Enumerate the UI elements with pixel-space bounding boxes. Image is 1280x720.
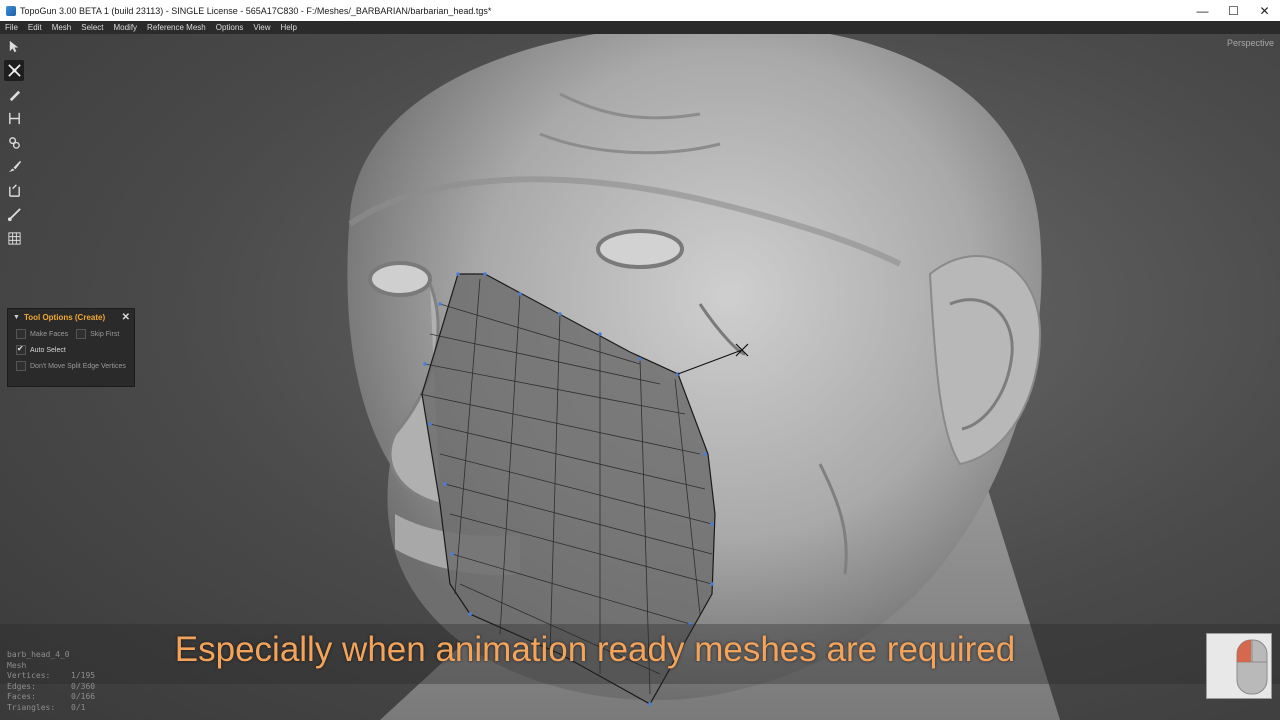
make-faces-label: Make Faces [30,330,69,338]
auto-select-checkbox[interactable] [16,344,26,355]
window-title: TopoGun 3.00 BETA 1 (build 23113) - SING… [20,5,492,16]
menu-modify[interactable]: Modify [108,21,142,34]
collapse-triangle-icon[interactable]: ▼ [13,314,20,321]
menu-bar: File Edit Mesh Select Modify Reference M… [0,21,1280,34]
mouse-icon [1236,639,1268,695]
skip-first-label: Skip First [90,330,120,338]
extrude-tool-icon[interactable] [4,132,24,153]
triangles-count: 0/1 [71,702,86,712]
edge-loop-tool-icon[interactable] [4,180,24,201]
close-window-button[interactable]: ✕ [1249,0,1280,21]
brush-tool-icon[interactable] [4,156,24,177]
select-tool-icon[interactable] [4,36,24,57]
minimize-button[interactable]: — [1187,0,1218,21]
faces-label: Faces: [7,692,36,701]
draw-tool-icon[interactable] [4,84,24,105]
skip-first-checkbox[interactable] [76,329,87,339]
reference-mesh-render [347,34,1060,720]
menu-select[interactable]: Select [76,21,108,34]
menu-file[interactable]: File [0,21,23,34]
auto-select-label: Auto Select [30,346,66,354]
mesh-stats: barb_head_4_0 Mesh Vertices: 1/195 Edges:… [7,650,95,713]
mouse-indicator [1206,633,1272,699]
grid-tool-icon[interactable] [4,228,24,249]
viewport-3d[interactable]: Perspective [0,34,1280,720]
tool-options-header[interactable]: ▼ Tool Options (Create) ✕ [8,309,134,326]
menu-help[interactable]: Help [276,21,302,34]
menu-edit[interactable]: Edit [23,21,47,34]
tool-options-panel: ▼ Tool Options (Create) ✕ Make Faces Ski… [7,308,135,387]
menu-view[interactable]: View [248,21,275,34]
projection-label[interactable]: Perspective [1227,38,1274,48]
dont-move-split-edge-checkbox[interactable] [16,361,26,371]
cut-tool-icon[interactable] [4,204,24,225]
vertices-label: Vertices: [7,671,51,680]
maximize-button[interactable]: ☐ [1218,0,1249,21]
bridge-tool-icon[interactable] [4,108,24,129]
title-bar: TopoGun 3.00 BETA 1 (build 23113) - SING… [0,0,1280,21]
menu-reference-mesh[interactable]: Reference Mesh [142,21,211,34]
faces-count: 0/166 [71,692,96,701]
video-subtitle: Especially when animation ready meshes a… [174,630,1016,669]
menu-options[interactable]: Options [211,21,249,34]
vertices-count: 1/195 [71,671,96,680]
tool-options-title: Tool Options (Create) [23,313,106,322]
mesh-type: Mesh [7,660,27,670]
dont-move-split-edge-label: Don't Move Split Edge Vertices [30,362,126,370]
menu-mesh[interactable]: Mesh [47,21,77,34]
left-toolbar [4,36,26,249]
make-faces-checkbox[interactable] [16,329,26,339]
mesh-name: barb_head_4_0 [7,650,70,659]
edges-label: Edges: [7,681,36,691]
triangles-label: Triangles: [7,702,56,712]
close-icon[interactable]: ✕ [122,312,130,323]
edges-count: 0/360 [71,681,96,691]
create-tool-icon[interactable] [4,60,24,81]
app-icon [6,5,16,16]
